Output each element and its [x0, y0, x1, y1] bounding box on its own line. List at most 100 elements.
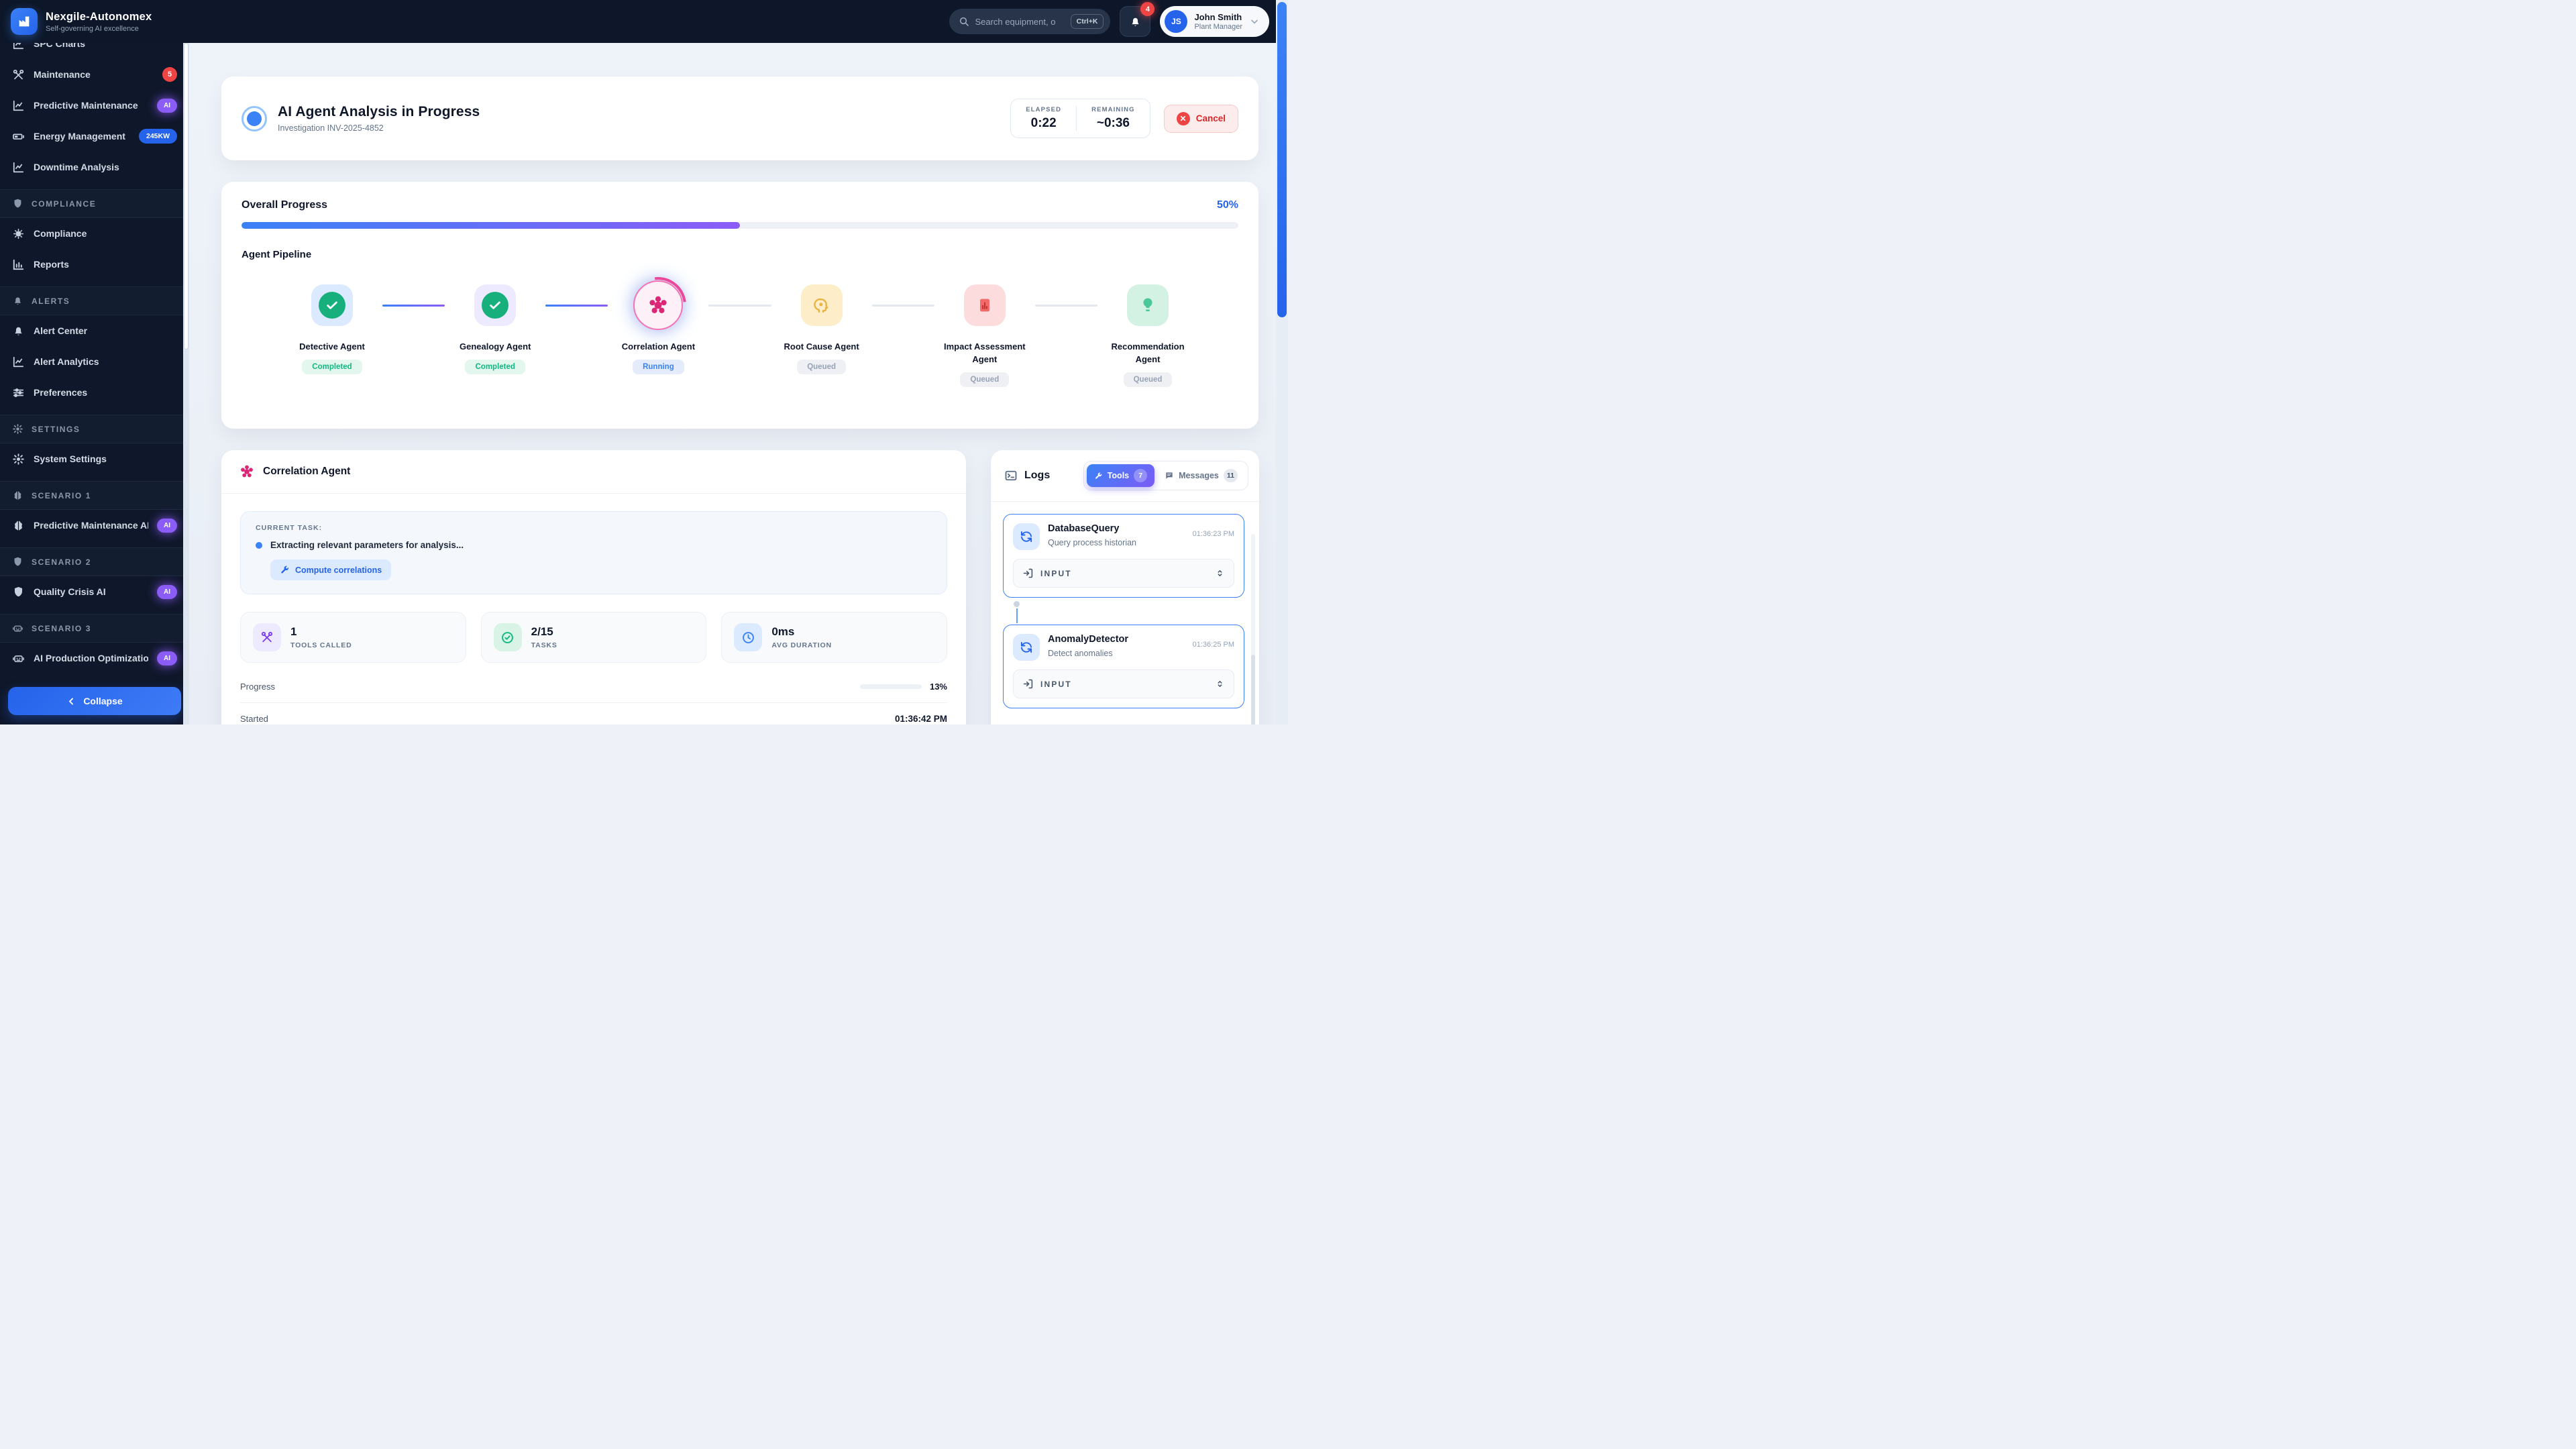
check-circle-icon: [482, 292, 508, 319]
ai-badge: AI: [157, 651, 177, 665]
section-header-compliance: COMPLIANCE: [0, 190, 189, 218]
user-menu[interactable]: JS John Smith Plant Manager: [1160, 6, 1269, 37]
bell-icon: [12, 325, 25, 337]
correlation-agent-node: [633, 280, 683, 330]
tab-tools[interactable]: Tools 7: [1087, 464, 1155, 487]
overall-progress-fill: [241, 222, 740, 229]
notifications-button[interactable]: 4: [1120, 6, 1150, 37]
progress-label: Progress: [240, 682, 275, 692]
message-icon: [1165, 471, 1174, 480]
sidebar-item-predictive-maintenance[interactable]: Predictive Maintenance AI: [0, 90, 189, 121]
sidebar-item-energy-management[interactable]: Energy Management 245KW: [0, 121, 189, 152]
sidebar-section-alerts: ALERTS Alert Center Alert Analytics Pref…: [0, 286, 189, 408]
log-connector: [1016, 598, 1244, 625]
sidebar-item-maintenance[interactable]: Maintenance 5: [0, 59, 189, 90]
brain-icon: [12, 490, 23, 501]
section-header-scenario-2: SCENARIO 2: [0, 548, 189, 576]
lightbulb-icon: [1138, 296, 1157, 315]
sidebar-item-downtime-analysis[interactable]: Downtime Analysis: [0, 152, 189, 182]
brain-icon: [12, 519, 25, 532]
pipeline-agent-genealogy: Genealogy Agent Completed: [445, 276, 545, 374]
log-entry-database-query[interactable]: DatabaseQuery Query process historian 01…: [1003, 514, 1244, 598]
sidebar-item-predictive-maintenance-ai[interactable]: Predictive Maintenance AI AI: [0, 510, 189, 541]
recommendation-agent-node: [1127, 284, 1169, 326]
log-in-icon: [1022, 568, 1034, 579]
agent-progress-bar: [860, 684, 922, 689]
tools-icon: [253, 623, 281, 651]
app-title: Nexgile-Autonomex: [46, 11, 152, 23]
sidebar-item-quality-crisis-ai[interactable]: Quality Crisis AI AI: [0, 576, 189, 607]
ai-badge: AI: [157, 519, 177, 533]
status-badge: Queued: [1124, 372, 1173, 387]
overall-progress-percent: 50%: [1217, 199, 1238, 211]
sidebar-item-alert-analytics[interactable]: Alert Analytics: [0, 346, 189, 377]
overall-progress-label: Overall Progress: [241, 199, 327, 211]
sidebar-scrollbar-thumb[interactable]: [184, 43, 189, 350]
gear-icon: [12, 423, 23, 435]
top-header: Nexgile-Autonomex Self-governing AI exce…: [0, 0, 1288, 43]
seal-icon: [12, 227, 25, 240]
sidebar-item-ai-production-optimization[interactable]: AI Production Optimizatior AI: [0, 643, 189, 674]
sidebar-item-compliance[interactable]: Compliance: [0, 218, 189, 249]
log-input-section[interactable]: INPUT: [1013, 669, 1234, 698]
status-badge: Running: [633, 360, 684, 374]
cancel-button[interactable]: Cancel: [1164, 105, 1238, 133]
search-input[interactable]: [975, 17, 1065, 27]
page-scrollbar-thumb[interactable]: [1277, 2, 1287, 317]
logs-scrollbar-thumb[interactable]: [1251, 655, 1255, 724]
ai-badge: AI: [157, 585, 177, 599]
logs-list: DatabaseQuery Query process historian 01…: [991, 502, 1259, 708]
gear-icon: [12, 453, 25, 466]
sidebar-item-system-settings[interactable]: System Settings: [0, 443, 189, 474]
brand: Nexgile-Autonomex Self-governing AI exce…: [11, 8, 152, 35]
expand-collapse-chevrons-icon[interactable]: [1215, 568, 1225, 578]
pipeline-connector: [545, 305, 608, 307]
sidebar-item-alert-center[interactable]: Alert Center: [0, 315, 189, 346]
chevron-left-icon: [66, 696, 76, 706]
impact-agent-node: [964, 284, 1006, 326]
tab-messages[interactable]: Messages 11: [1157, 464, 1245, 487]
logs-panel: Logs Tools 7 Messages 11: [991, 450, 1259, 724]
investigation-id: Investigation INV-2025-4852: [278, 123, 480, 133]
app-subtitle: Self-governing AI excellence: [46, 25, 152, 33]
pipeline-connector: [1035, 305, 1097, 307]
sidebar-item-spc-charts[interactable]: SPC Charts: [0, 43, 189, 59]
sync-icon: [1013, 634, 1040, 661]
maintenance-count-badge: 5: [162, 67, 177, 82]
sliders-icon: [12, 386, 25, 399]
search-icon: [959, 16, 969, 27]
shield-icon: [12, 198, 23, 209]
agent-pipeline-label: Agent Pipeline: [241, 249, 1238, 260]
sidebar-item-preferences[interactable]: Preferences: [0, 377, 189, 408]
expand-collapse-chevrons-icon[interactable]: [1215, 679, 1225, 689]
status-badge: Queued: [960, 372, 1009, 387]
current-task-text: Extracting relevant parameters for analy…: [270, 540, 464, 550]
detective-agent-node: [311, 284, 353, 326]
progress-card: Overall Progress 50% Agent Pipeline Dete…: [221, 182, 1258, 429]
remaining-value: ~0:36: [1091, 116, 1135, 131]
elapsed-value: 0:22: [1026, 116, 1061, 131]
logs-scrollbar[interactable]: [1251, 534, 1255, 724]
log-input-section[interactable]: INPUT: [1013, 559, 1234, 588]
app-window: Nexgile-Autonomex Self-governing AI exce…: [0, 0, 1288, 724]
collapse-sidebar-button[interactable]: Collapse: [8, 687, 181, 715]
spinner-arc-icon: [619, 266, 698, 345]
sidebar-section-compliance: COMPLIANCE Compliance Reports: [0, 189, 189, 280]
sidebar: SPC Charts Maintenance 5 Predictive Main…: [0, 43, 189, 724]
messages-count-badge: 11: [1224, 469, 1238, 482]
section-header-scenario-3: SCENARIO 3: [0, 614, 189, 643]
sidebar-scrollbar[interactable]: [183, 43, 189, 724]
sidebar-section-scenario-3: SCENARIO 3 AI Production Optimizatior AI: [0, 614, 189, 674]
remaining-label: REMAINING: [1091, 106, 1135, 113]
sidebar-item-reports[interactable]: Reports: [0, 249, 189, 280]
head-gear-icon: [812, 296, 831, 315]
user-name: John Smith: [1194, 12, 1242, 22]
page-scrollbar[interactable]: [1276, 0, 1288, 724]
activity-dot-icon: [256, 542, 262, 549]
analysis-banner: AI Agent Analysis in Progress Investigat…: [221, 76, 1258, 160]
user-role: Plant Manager: [1194, 23, 1242, 31]
chart-line-icon: [12, 99, 25, 112]
status-badge: Completed: [465, 360, 525, 374]
log-entry-anomaly-detector[interactable]: AnomalyDetector Detect anomalies 01:36:2…: [1003, 625, 1244, 708]
stat-tasks: 2/15 TASKS: [481, 612, 707, 663]
